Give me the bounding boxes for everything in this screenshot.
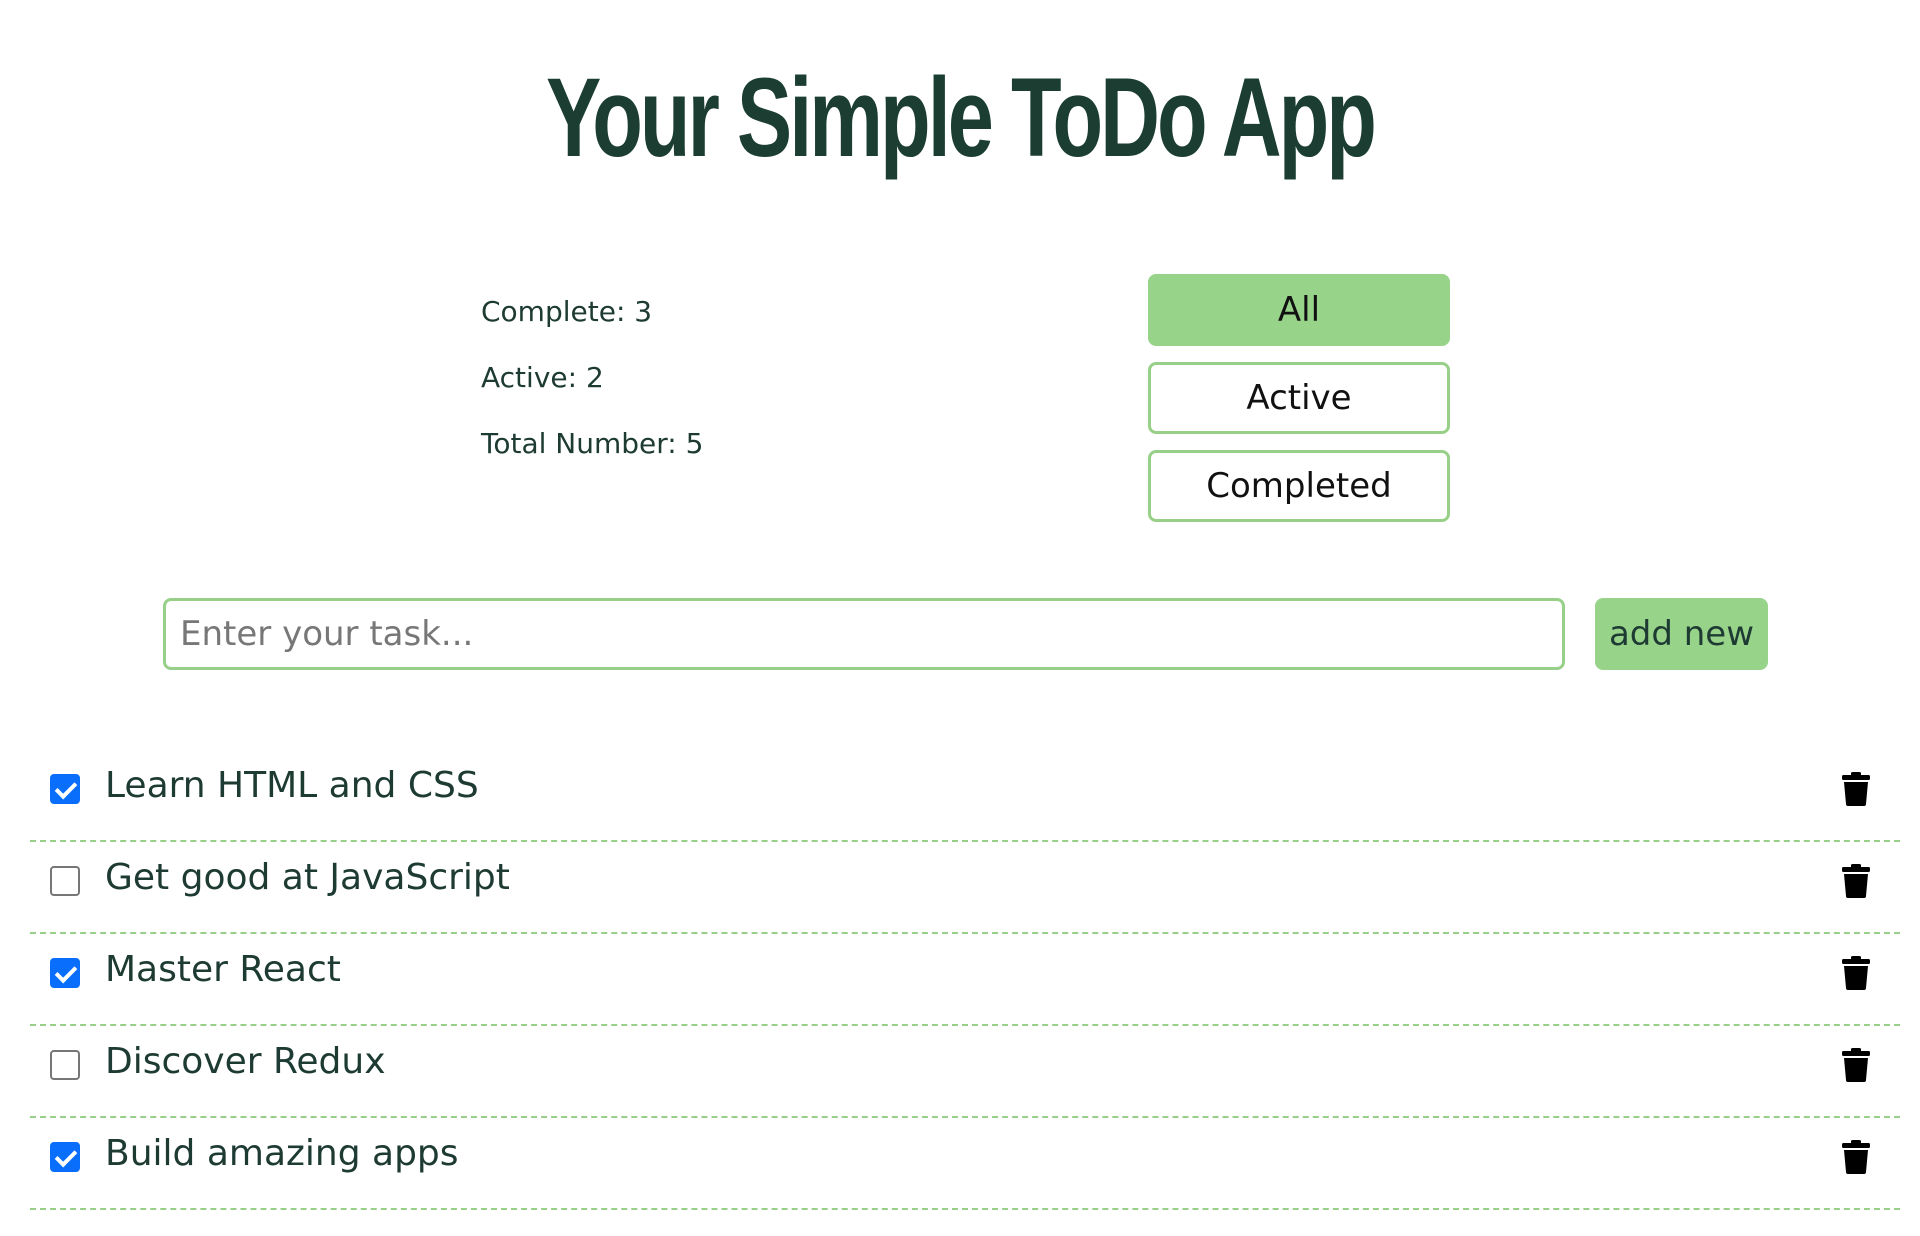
todo-item: Discover Redux [30, 1026, 1900, 1118]
todo-text: Master React [105, 949, 341, 990]
todo-checkbox[interactable] [50, 774, 80, 804]
todo-checkbox[interactable] [50, 1050, 80, 1080]
trash-icon[interactable] [1842, 1048, 1870, 1082]
trash-icon[interactable] [1842, 864, 1870, 898]
todo-text: Build amazing apps [105, 1133, 459, 1174]
todo-item: Master React [30, 934, 1900, 1026]
trash-icon[interactable] [1842, 772, 1870, 806]
todo-checkbox[interactable] [50, 1142, 80, 1172]
task-input[interactable] [163, 598, 1565, 670]
app-title: Your Simple ToDo App [546, 55, 1377, 180]
trash-icon[interactable] [1842, 956, 1870, 990]
add-task-form: add new [163, 598, 1770, 670]
todo-item: Get good at JavaScript [30, 842, 1900, 934]
filter-all-button[interactable]: All [1148, 274, 1450, 346]
trash-icon[interactable] [1842, 1140, 1870, 1174]
total-count: Total Number: 5 [481, 427, 704, 460]
todo-checkbox[interactable] [50, 866, 80, 896]
stats-panel: Complete: 3 Active: 2 Total Number: 5 [481, 296, 703, 494]
filter-completed-button[interactable]: Completed [1148, 450, 1450, 522]
add-new-button[interactable]: add new [1595, 598, 1768, 670]
todo-text: Learn HTML and CSS [105, 765, 479, 806]
todo-list: Learn HTML and CSS Get good at JavaScript… [30, 750, 1900, 1210]
todo-text: Get good at JavaScript [105, 857, 510, 898]
active-count: Active: 2 [481, 361, 604, 394]
todo-item: Learn HTML and CSS [30, 750, 1900, 842]
todo-item: Build amazing apps [30, 1118, 1900, 1210]
todo-text: Discover Redux [105, 1041, 386, 1082]
filter-active-button[interactable]: Active [1148, 362, 1450, 434]
filter-buttons: All Active Completed [1148, 274, 1450, 538]
todo-app: Your Simple ToDo App Complete: 3 Active:… [0, 0, 1920, 1236]
todo-checkbox[interactable] [50, 958, 80, 988]
complete-count: Complete: 3 [481, 295, 653, 328]
